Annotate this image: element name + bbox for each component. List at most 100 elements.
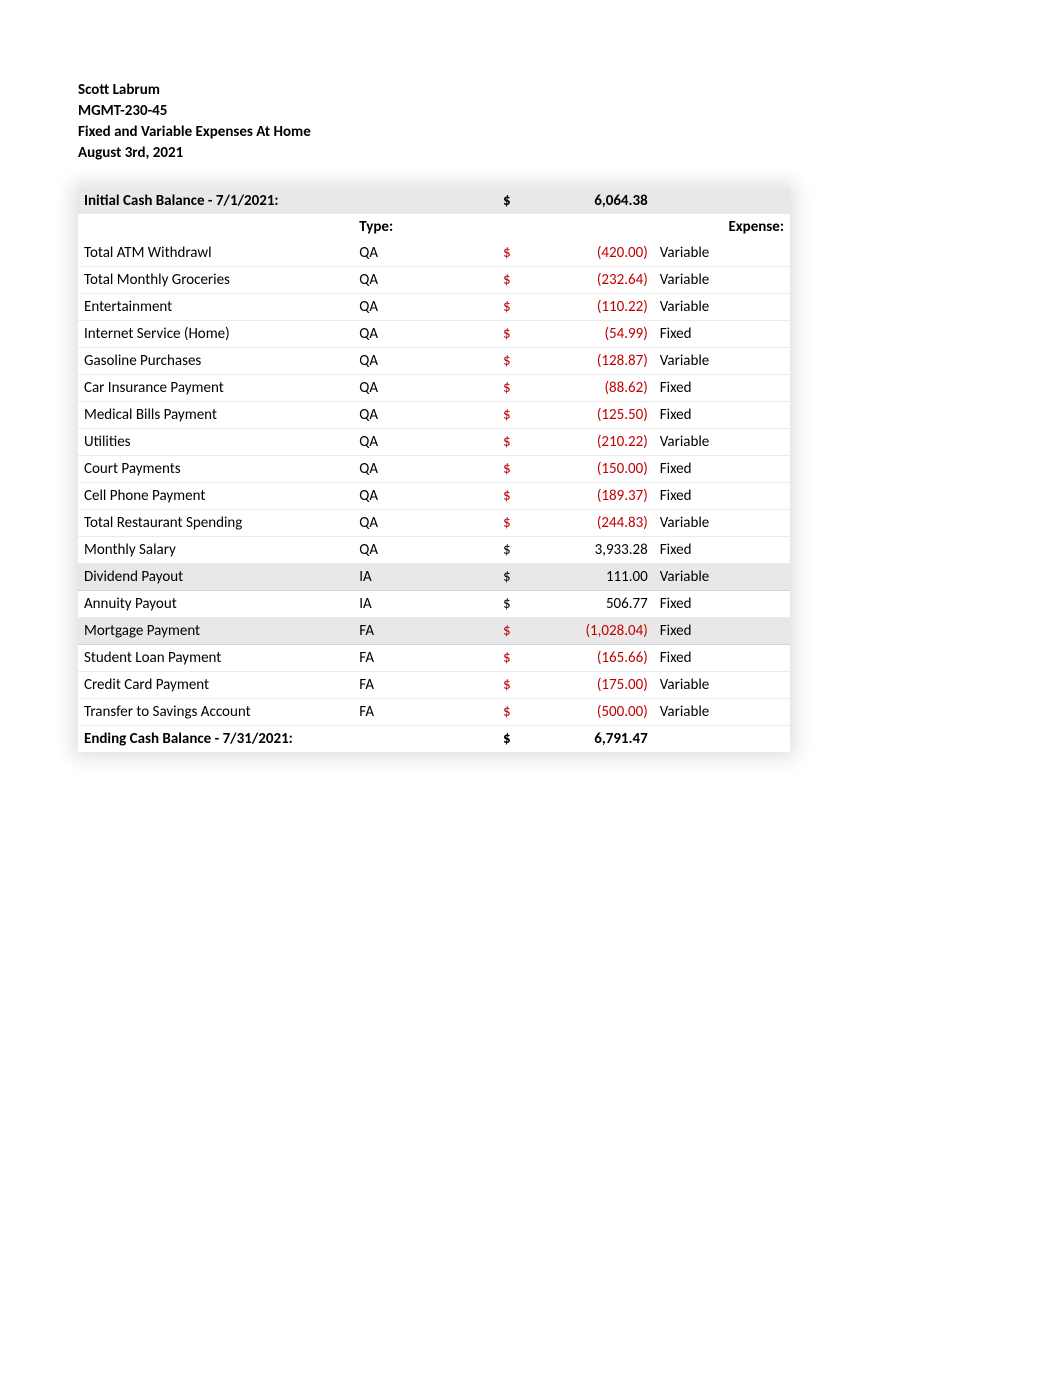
row-amount: (210.22) <box>535 429 653 456</box>
row-amount: (54.99) <box>535 321 653 348</box>
row-expense-type: Variable <box>654 348 790 375</box>
dollar-sign: $ <box>497 188 535 214</box>
row-type: QA <box>353 267 497 294</box>
initial-balance-row: Initial Cash Balance - 7/1/2021: $ 6,064… <box>78 188 790 214</box>
row-type: QA <box>353 483 497 510</box>
row-expense-type: Fixed <box>654 375 790 402</box>
row-expense-type: Fixed <box>654 402 790 429</box>
dollar-sign: $ <box>497 591 535 618</box>
table-row: Mortgage PaymentFA$(1,028.04)Fixed <box>78 618 790 645</box>
row-description: Medical Bills Payment <box>78 402 353 429</box>
row-type: QA <box>353 456 497 483</box>
dollar-sign: $ <box>497 726 535 753</box>
dollar-sign: $ <box>497 240 535 267</box>
type-header: Type: <box>353 214 497 240</box>
row-description: Monthly Salary <box>78 537 353 564</box>
row-description: Transfer to Savings Account <box>78 699 353 726</box>
dollar-sign: $ <box>497 510 535 537</box>
dollar-sign: $ <box>497 456 535 483</box>
row-type: IA <box>353 591 497 618</box>
dollar-sign: $ <box>497 537 535 564</box>
table-row: Court PaymentsQA$(150.00)Fixed <box>78 456 790 483</box>
table-row: Dividend PayoutIA$111.00Variable <box>78 564 790 591</box>
dollar-sign: $ <box>497 483 535 510</box>
row-amount: (244.83) <box>535 510 653 537</box>
row-description: Student Loan Payment <box>78 645 353 672</box>
initial-balance-label: Initial Cash Balance - 7/1/2021: <box>78 188 353 214</box>
table-row: Transfer to Savings AccountFA$(500.00)Va… <box>78 699 790 726</box>
expenses-table: Initial Cash Balance - 7/1/2021: $ 6,064… <box>78 188 790 752</box>
row-expense-type: Fixed <box>654 483 790 510</box>
row-type: QA <box>353 510 497 537</box>
table-row: Total ATM WithdrawlQA$(420.00)Variable <box>78 240 790 267</box>
ending-balance-label: Ending Cash Balance - 7/31/2021: <box>78 726 353 753</box>
row-description: Gasoline Purchases <box>78 348 353 375</box>
row-description: Internet Service (Home) <box>78 321 353 348</box>
dollar-sign: $ <box>497 402 535 429</box>
row-description: Court Payments <box>78 456 353 483</box>
row-amount: (175.00) <box>535 672 653 699</box>
row-expense-type: Fixed <box>654 321 790 348</box>
row-description: Total Monthly Groceries <box>78 267 353 294</box>
table-row: Student Loan PaymentFA$(165.66)Fixed <box>78 645 790 672</box>
row-amount: 111.00 <box>535 564 653 591</box>
row-type: QA <box>353 429 497 456</box>
table-row: UtilitiesQA$(210.22)Variable <box>78 429 790 456</box>
row-expense-type: Fixed <box>654 645 790 672</box>
dollar-sign: $ <box>497 564 535 591</box>
row-expense-type: Fixed <box>654 537 790 564</box>
dollar-sign: $ <box>497 375 535 402</box>
initial-balance-amount: 6,064.38 <box>535 188 653 214</box>
row-expense-type: Variable <box>654 699 790 726</box>
ending-balance-row: Ending Cash Balance - 7/31/2021:$6,791.4… <box>78 726 790 753</box>
row-description: Car Insurance Payment <box>78 375 353 402</box>
dollar-sign: $ <box>497 672 535 699</box>
row-amount: (125.50) <box>535 402 653 429</box>
dollar-sign: $ <box>497 267 535 294</box>
column-headers-row: Type: Expense: <box>78 214 790 240</box>
row-type: FA <box>353 645 497 672</box>
row-type: IA <box>353 564 497 591</box>
dollar-sign: $ <box>497 645 535 672</box>
row-expense-type: Variable <box>654 267 790 294</box>
row-type: FA <box>353 618 497 645</box>
row-type: FA <box>353 699 497 726</box>
row-description: Total Restaurant Spending <box>78 510 353 537</box>
row-amount: (110.22) <box>535 294 653 321</box>
row-amount: 3,933.28 <box>535 537 653 564</box>
table-row: EntertainmentQA$(110.22)Variable <box>78 294 790 321</box>
document-header: Scott Labrum MGMT-230-45 Fixed and Varia… <box>78 80 984 164</box>
table-row: Medical Bills PaymentQA$(125.50)Fixed <box>78 402 790 429</box>
dollar-sign: $ <box>497 699 535 726</box>
row-expense-type: Variable <box>654 564 790 591</box>
row-amount: (189.37) <box>535 483 653 510</box>
row-type: QA <box>353 402 497 429</box>
row-type: QA <box>353 537 497 564</box>
header-title: Fixed and Variable Expenses At Home <box>78 122 984 143</box>
row-description: Total ATM Withdrawl <box>78 240 353 267</box>
table-row: Cell Phone PaymentQA$(189.37)Fixed <box>78 483 790 510</box>
row-type: QA <box>353 294 497 321</box>
header-course: MGMT-230-45 <box>78 101 984 122</box>
row-description: Cell Phone Payment <box>78 483 353 510</box>
row-description: Entertainment <box>78 294 353 321</box>
dollar-sign: $ <box>497 348 535 375</box>
row-description: Annuity Payout <box>78 591 353 618</box>
row-expense-type: Variable <box>654 240 790 267</box>
row-description: Utilities <box>78 429 353 456</box>
row-description: Credit Card Payment <box>78 672 353 699</box>
table-row: Credit Card PaymentFA$(175.00)Variable <box>78 672 790 699</box>
row-expense-type: Variable <box>654 672 790 699</box>
header-date: August 3rd, 2021 <box>78 143 984 164</box>
row-amount: (128.87) <box>535 348 653 375</box>
dollar-sign: $ <box>497 618 535 645</box>
row-amount: 506.77 <box>535 591 653 618</box>
row-description: Mortgage Payment <box>78 618 353 645</box>
row-amount: (88.62) <box>535 375 653 402</box>
table-row: Monthly SalaryQA$3,933.28Fixed <box>78 537 790 564</box>
row-type: QA <box>353 240 497 267</box>
expense-header: Expense: <box>654 214 790 240</box>
table-row: Internet Service (Home)QA$(54.99)Fixed <box>78 321 790 348</box>
row-amount: (500.00) <box>535 699 653 726</box>
row-amount: (232.64) <box>535 267 653 294</box>
